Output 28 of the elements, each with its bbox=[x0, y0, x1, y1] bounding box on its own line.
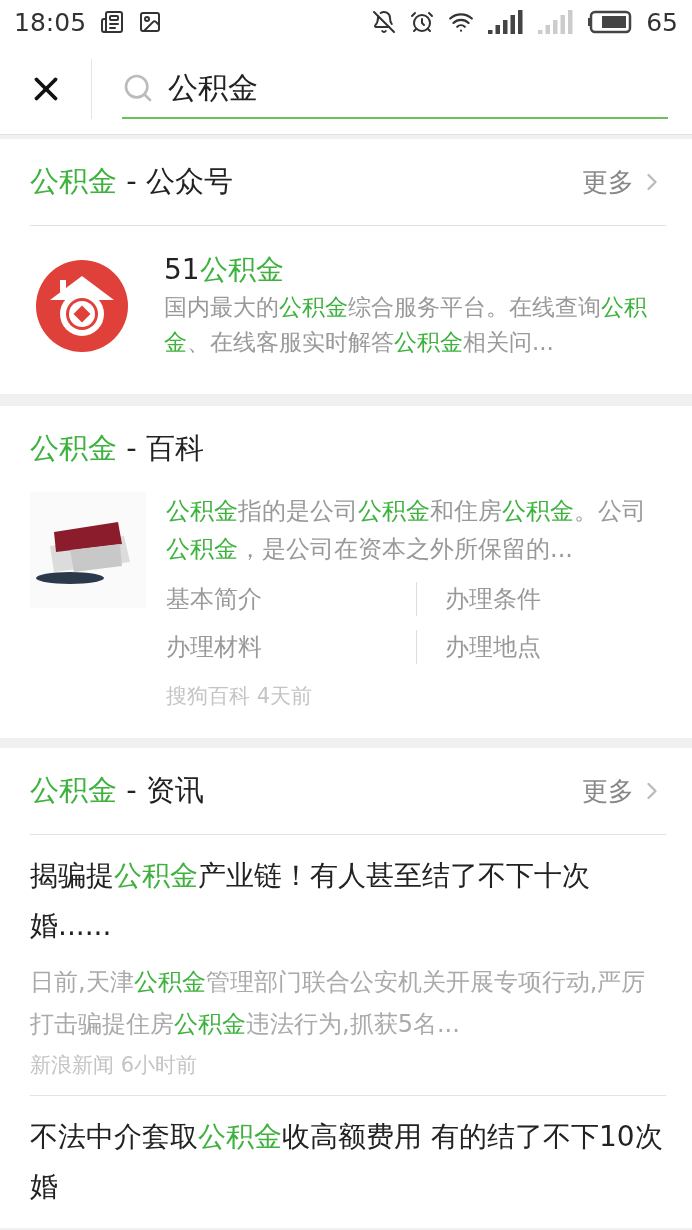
news-headline[interactable]: 不法中介套取公积金收高额费用 有的结了不下10次婚 bbox=[30, 1112, 666, 1212]
signal-icon bbox=[488, 10, 525, 34]
newspaper-icon bbox=[100, 10, 125, 34]
topic-link[interactable]: 办理地点 bbox=[416, 630, 666, 664]
more-link[interactable]: 更多 bbox=[582, 773, 666, 809]
clock-time: 18:05 bbox=[14, 7, 87, 37]
bell-off-icon bbox=[372, 10, 397, 34]
source-meta: 搜狗百科 4天前 bbox=[166, 683, 314, 710]
account-name[interactable]: 51公积金 bbox=[164, 250, 666, 290]
news-summary: 日前,天津公积金管理部门联合公安机关开展专项行动,严厉打击骗提住房公积金违法行为,抓获5名... bbox=[30, 967, 647, 1040]
battery-level: 65 bbox=[646, 7, 678, 37]
news-meta: 新浪新闻 6小时前 bbox=[30, 1052, 199, 1079]
more-link[interactable]: 更多 bbox=[582, 164, 666, 200]
summary-text: 公积金指的是公司公积金和住房公积金。公司公积金，是公司在资本之外所保留的... bbox=[166, 496, 647, 565]
house-logo-icon bbox=[36, 260, 128, 352]
section-title: 公积金 - 资讯 bbox=[30, 772, 205, 809]
image-icon bbox=[138, 10, 163, 34]
topic-link[interactable]: 办理条件 bbox=[416, 582, 666, 616]
account-description: 国内最大的公积金综合服务平台。在线查询公积金、在线客服实时解答公积金相关问... bbox=[164, 293, 648, 357]
topic-link[interactable]: 办理材料 bbox=[166, 630, 416, 664]
section-title: 公积金 - 百科 bbox=[30, 430, 205, 467]
search-icon bbox=[122, 72, 154, 104]
signal-3g-icon bbox=[538, 10, 575, 34]
battery-icon bbox=[588, 10, 633, 34]
section-title: 公积金 - 公众号 bbox=[30, 163, 234, 200]
news-headline[interactable]: 揭骗提公积金产业链！有人甚至结了不下十次婚...... bbox=[30, 851, 666, 951]
topic-link[interactable]: 基本简介 bbox=[166, 582, 416, 616]
alarm-icon bbox=[410, 10, 435, 34]
